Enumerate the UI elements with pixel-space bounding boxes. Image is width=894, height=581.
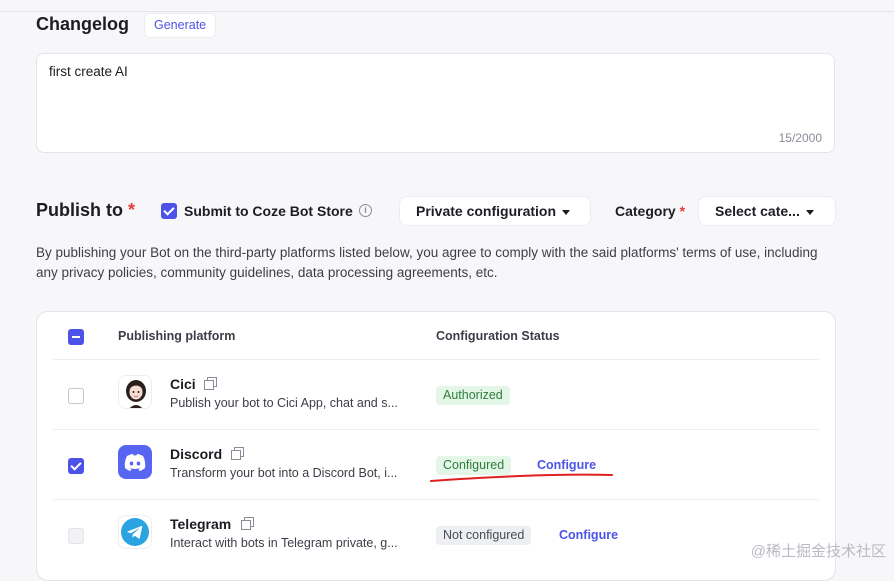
- platform-table: Publishing platform Configuration Status…: [36, 311, 836, 581]
- cici-checkbox[interactable]: [68, 388, 84, 404]
- category-label-text: Category: [615, 203, 676, 219]
- telegram-checkbox[interactable]: [68, 528, 84, 544]
- cici-avatar-icon: [118, 375, 152, 409]
- terms-notice: By publishing your Bot on the third-part…: [36, 245, 818, 280]
- platform-name-telegram: Telegram: [170, 516, 232, 532]
- row-divider: [53, 499, 819, 500]
- store-checkbox-label[interactable]: Submit to Coze Bot Store: [184, 203, 353, 219]
- select-all-checkbox[interactable]: [68, 329, 84, 345]
- category-select[interactable]: Select cate...: [698, 196, 836, 226]
- copy-icon[interactable]: [231, 447, 244, 460]
- category-label: Category *: [615, 203, 685, 219]
- changelog-title: Changelog: [36, 14, 129, 34]
- platform-name-discord: Discord: [170, 446, 223, 462]
- configure-link-telegram[interactable]: Configure: [559, 528, 618, 542]
- platform-name-cici: Cici: [170, 376, 196, 392]
- header-status: Configuration Status: [436, 329, 560, 343]
- private-configuration-dropdown[interactable]: Private configuration: [399, 196, 591, 226]
- watermark: @稀土掘金技术社区: [750, 543, 886, 560]
- status-badge-telegram: Not configured: [436, 526, 532, 545]
- caret-down-icon: [562, 209, 571, 215]
- changelog-textarea[interactable]: first create AI 15/2000: [36, 53, 835, 153]
- store-checkbox[interactable]: [161, 203, 177, 219]
- status-badge-cici: Authorized: [436, 386, 510, 405]
- row-divider: [53, 429, 819, 430]
- char-counter: 15/2000: [778, 131, 822, 145]
- generate-button[interactable]: Generate: [144, 13, 217, 38]
- telegram-logo-icon: [118, 515, 152, 549]
- copy-icon[interactable]: [204, 377, 217, 390]
- discord-logo-icon: [118, 445, 152, 479]
- top-divider: [0, 11, 894, 12]
- private-configuration-label: Private configuration: [416, 203, 557, 219]
- required-mark: *: [679, 203, 686, 219]
- publish-title-text: Publish to: [36, 200, 123, 220]
- discord-checkbox[interactable]: [68, 458, 84, 474]
- caret-down-icon: [805, 209, 814, 215]
- publish-title: Publish to *: [36, 200, 135, 221]
- category-placeholder: Select cate...: [715, 203, 800, 219]
- row-divider: [53, 359, 819, 360]
- platform-desc-cici: Publish your bot to Cici App, chat and s…: [170, 396, 398, 410]
- header-platform: Publishing platform: [118, 329, 236, 343]
- platform-desc-discord: Transform your bot into a Discord Bot, i…: [170, 466, 398, 480]
- changelog-text: first create AI: [49, 64, 128, 79]
- copy-icon[interactable]: [241, 517, 254, 530]
- platform-desc-telegram: Interact with bots in Telegram private, …: [170, 536, 398, 550]
- required-mark: *: [128, 200, 136, 220]
- configure-link-discord[interactable]: Configure: [537, 458, 596, 472]
- info-icon[interactable]: i: [359, 204, 372, 217]
- status-badge-discord: Configured: [436, 456, 512, 475]
